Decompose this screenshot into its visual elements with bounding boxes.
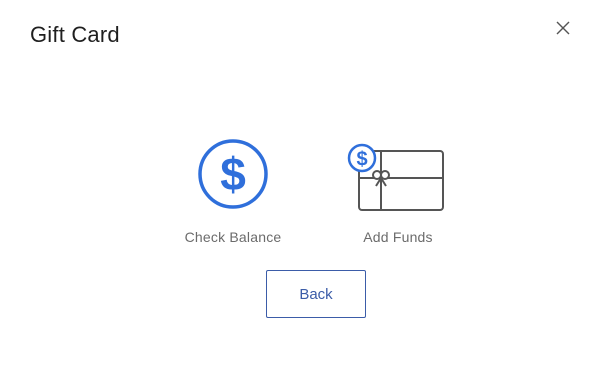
check-balance-option[interactable]: $ Check Balance <box>168 138 298 245</box>
add-funds-label: Add Funds <box>363 229 433 245</box>
dollar-circle-icon: $ <box>198 139 268 209</box>
dialog-title: Gift Card <box>30 22 120 47</box>
svg-text:$: $ <box>220 148 246 200</box>
close-button[interactable] <box>555 20 575 40</box>
back-button[interactable]: Back <box>266 270 366 318</box>
svg-text:$: $ <box>356 149 367 171</box>
check-balance-label: Check Balance <box>184 229 282 245</box>
close-icon <box>556 21 570 35</box>
gift-card-dollar-icon: $ <box>347 143 444 211</box>
check-balance-icon-wrap: $ <box>168 138 298 216</box>
gift-card-dialog: Gift Card $ Check Balance $ Add Funds Ba… <box>0 0 597 389</box>
add-funds-icon-wrap: $ <box>333 138 463 216</box>
add-funds-option[interactable]: $ Add Funds <box>333 138 463 245</box>
